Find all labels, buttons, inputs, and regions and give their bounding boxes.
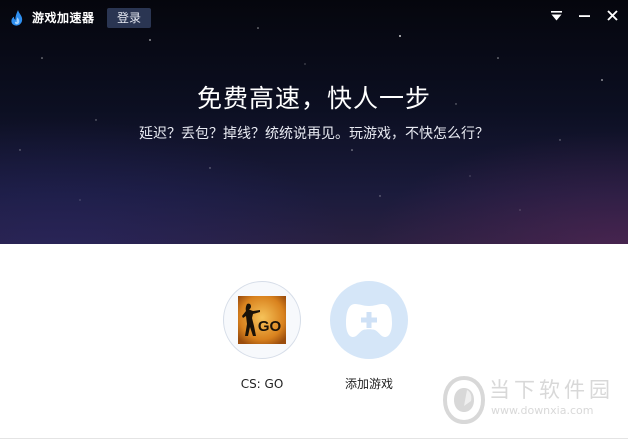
- watermark: 当下软件园 www.downxia.com: [443, 376, 613, 424]
- flame-logo-icon: [11, 10, 23, 26]
- csgo-game-icon: GO: [238, 296, 286, 344]
- add-game-label: 添加游戏: [344, 377, 393, 391]
- watermark-url: www.downxia.com: [491, 404, 594, 417]
- app-title: 游戏加速器: [32, 11, 95, 25]
- hero-banner: 游戏加速器 登录 免费高速，快人一步 延迟？丢包？掉线？统统说再见。玩游戏，不快…: [0, 0, 628, 244]
- game-label-csgo: CS: GO: [240, 377, 284, 391]
- bottom-divider: [0, 438, 628, 439]
- csgo-icon-text: GO: [258, 318, 282, 335]
- watermark-text: 当下软件园: [489, 378, 614, 402]
- login-button[interactable]: 登录: [107, 8, 151, 28]
- star-field: [19, 27, 603, 211]
- watermark-logo-icon: [443, 376, 485, 424]
- hero-headline: 免费高速，快人一步: [196, 84, 431, 113]
- add-game-circle: [330, 281, 408, 359]
- close-button[interactable]: [604, 7, 622, 25]
- add-game-tile[interactable]: 添加游戏: [329, 281, 409, 392]
- game-tile-csgo[interactable]: GO CS: GO: [222, 281, 302, 392]
- app-window: 游戏加速器 登录 免费高速，快人一步 延迟？丢包？掉线？统统说再见。玩游戏，不快…: [0, 0, 628, 441]
- minimize-button[interactable]: [576, 7, 594, 25]
- hero-subline: 延迟？丢包？掉线？统统说再见。玩游戏，不快怎么行？: [139, 126, 489, 142]
- gamepad-plus-icon: [346, 304, 392, 337]
- game-icon-circle: GO: [223, 281, 301, 359]
- menu-dropdown-button[interactable]: [548, 7, 566, 25]
- dropdown-triangle-icon: [551, 11, 562, 21]
- minimize-icon: [579, 15, 590, 17]
- close-icon: [607, 10, 618, 21]
